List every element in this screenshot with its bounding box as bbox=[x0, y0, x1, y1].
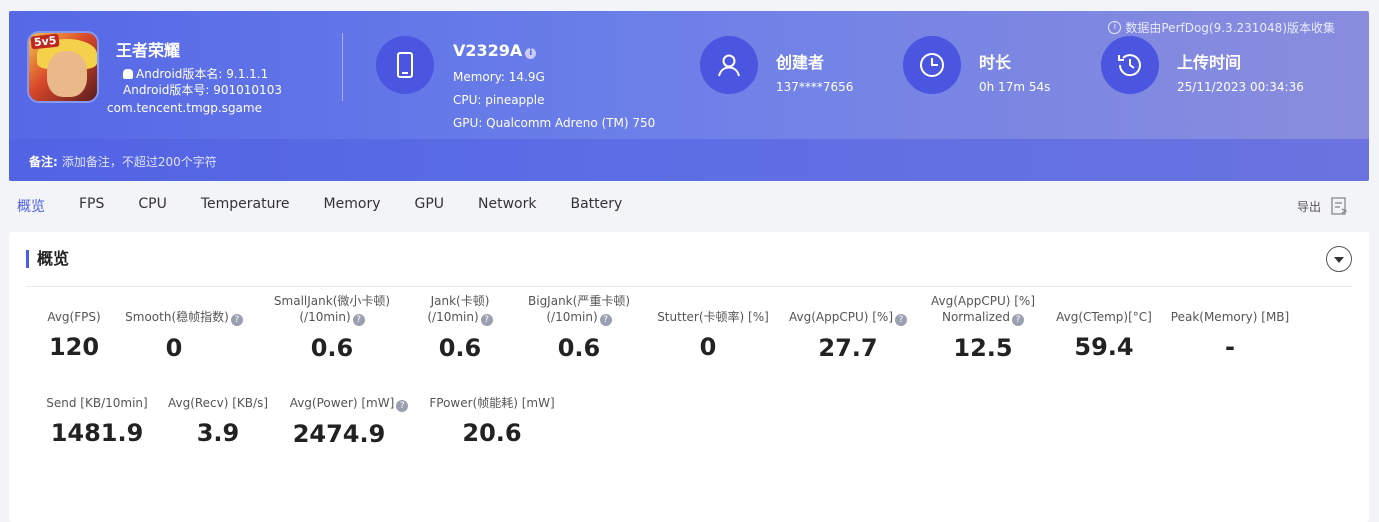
phone-icon bbox=[376, 36, 434, 94]
note-label: 备注: bbox=[29, 155, 58, 169]
app-name: 王者荣耀 bbox=[116, 41, 181, 60]
user-icon bbox=[700, 36, 758, 94]
metric-smalljank: SmallJank(微小卡顿) (/10min)? 0.6 bbox=[273, 294, 391, 362]
metric-avg-ctemp: Avg(CTemp)[°C] 59.4 bbox=[1056, 310, 1152, 361]
help-icon[interactable]: ? bbox=[352, 314, 365, 326]
metric-smooth: Smooth(稳帧指数)? 0 bbox=[119, 309, 249, 362]
upload-title: 上传时间 bbox=[1177, 53, 1242, 72]
metric-send: Send [KB/10min] 1481.9 bbox=[46, 396, 148, 447]
device-model: V2329A i bbox=[453, 41, 537, 60]
collapse-button[interactable] bbox=[1326, 246, 1352, 272]
export-button[interactable]: 导出 bbox=[1297, 196, 1349, 216]
data-source-text: 数据由PerfDog(9.3.231048)版本收集 bbox=[1125, 21, 1335, 35]
data-source: i 数据由PerfDog(9.3.231048)版本收集 bbox=[1108, 19, 1335, 36]
note-bar: 备注: 添加备注，不超过200个字符 bbox=[9, 139, 1369, 181]
note-field[interactable]: 备注: 添加备注，不超过200个字符 bbox=[29, 153, 217, 170]
duration-value: 0h 17m 54s bbox=[979, 80, 1051, 94]
metric-jank: Jank(卡顿) (/10min)? 0.6 bbox=[405, 293, 515, 362]
app-version-name: Android版本名: 9.1.1.1 bbox=[123, 65, 268, 82]
tab-cpu[interactable]: CPU bbox=[138, 196, 166, 216]
device-cpu: CPU: pineapple bbox=[453, 93, 545, 107]
tab-fps[interactable]: FPS bbox=[79, 196, 104, 216]
metric-avg-recv: Avg(Recv) [KB/s] 3.9 bbox=[167, 396, 269, 447]
tab-battery[interactable]: Battery bbox=[571, 196, 623, 216]
device-info-icon[interactable]: i bbox=[525, 48, 537, 59]
device-memory: Memory: 14.9G bbox=[453, 70, 545, 84]
metric-avg-appcpu-normalized: Avg(AppCPU) [%] Normalized? 12.5 bbox=[930, 294, 1035, 362]
info-icon: i bbox=[1108, 21, 1122, 34]
tab-gpu[interactable]: GPU bbox=[414, 196, 444, 216]
help-icon[interactable]: ? bbox=[480, 314, 493, 326]
tab-memory[interactable]: Memory bbox=[324, 196, 381, 216]
help-icon[interactable]: ? bbox=[895, 314, 907, 326]
creator-value: 137****7656 bbox=[776, 80, 854, 94]
android-icon bbox=[123, 69, 133, 79]
metric-avg-appcpu: Avg(AppCPU) [%]? 27.7 bbox=[783, 309, 913, 362]
history-icon bbox=[1101, 36, 1159, 94]
note-placeholder: 添加备注，不超过200个字符 bbox=[61, 155, 217, 169]
card-divider bbox=[26, 286, 1352, 287]
tab-bar: 概览 FPS CPU Temperature Memory GPU Networ… bbox=[17, 196, 656, 216]
metric-fpower: FPower(帧能耗) [mW] 20.6 bbox=[429, 396, 555, 447]
duration-title: 时长 bbox=[979, 53, 1012, 72]
app-version-code: Android版本号: 901010103 bbox=[123, 83, 282, 97]
overview-title: 概览 bbox=[26, 250, 69, 268]
tab-overview[interactable]: 概览 bbox=[17, 196, 45, 216]
help-icon[interactable]: ? bbox=[396, 400, 409, 412]
help-icon[interactable]: ? bbox=[230, 314, 243, 326]
banner-divider bbox=[342, 33, 343, 101]
overview-card: 概览 Avg(FPS) 120 Smooth(稳帧指数)? 0 SmallJan… bbox=[9, 232, 1369, 522]
app-package: com.tencent.tmgp.sgame bbox=[107, 101, 262, 115]
metric-bigjank: BigJank(严重卡顿) (/10min)? 0.6 bbox=[528, 294, 630, 362]
export-label: 导出 bbox=[1296, 199, 1321, 214]
app-icon: 5v5 bbox=[29, 33, 97, 101]
chevron-down-icon bbox=[1334, 257, 1344, 263]
report-banner: i 数据由PerfDog(9.3.231048)版本收集 5v5 王者荣耀 An… bbox=[9, 11, 1369, 181]
tab-network[interactable]: Network bbox=[478, 196, 536, 216]
export-icon bbox=[1331, 197, 1348, 215]
help-icon[interactable]: ? bbox=[1012, 314, 1025, 326]
upload-value: 25/11/2023 00:34:36 bbox=[1177, 80, 1304, 94]
metric-avg-power: Avg(Power) [mW]? 2474.9 bbox=[281, 395, 417, 448]
creator-title: 创建者 bbox=[776, 53, 825, 72]
device-gpu: GPU: Qualcomm Adreno (TM) 750 bbox=[453, 116, 656, 130]
tab-temperature[interactable]: Temperature bbox=[201, 196, 290, 216]
clock-icon bbox=[903, 36, 961, 94]
metric-stutter: Stutter(卡顿率) [%] 0 bbox=[657, 310, 769, 361]
help-icon[interactable]: ? bbox=[599, 314, 612, 326]
metric-peak-memory: Peak(Memory) [MB] - bbox=[1170, 310, 1290, 361]
